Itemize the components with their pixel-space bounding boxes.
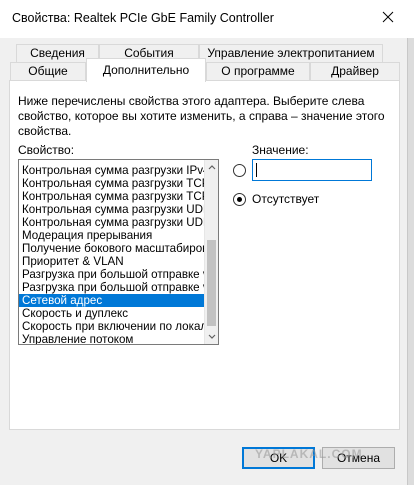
list-item[interactable]: Получение бокового масштабирован bbox=[19, 242, 205, 255]
advanced-tab-panel: Ниже перечислены свойства этого адаптера… bbox=[9, 80, 400, 430]
tab-label: Общие bbox=[28, 64, 68, 78]
tab-label: О программе bbox=[221, 64, 295, 78]
background-window-edge bbox=[407, 38, 414, 485]
vertical-scrollbar[interactable] bbox=[204, 160, 218, 344]
tab-label: Сведения bbox=[30, 46, 85, 60]
list-item[interactable]: Разгрузка при большой отправке v2 bbox=[19, 281, 205, 294]
list-item[interactable]: Управление потоком bbox=[19, 333, 205, 344]
value-radio[interactable] bbox=[233, 164, 246, 177]
list-item[interactable]: Контрольная сумма разгрузки TCP bbox=[19, 190, 205, 203]
scroll-down-button[interactable] bbox=[205, 330, 218, 344]
tab-label: Дополнительно bbox=[102, 63, 190, 77]
list-item[interactable]: Модерация прерывания bbox=[19, 229, 205, 242]
list-item-selected[interactable]: Сетевой адрес bbox=[19, 294, 205, 307]
list-item[interactable]: Скорость и дуплекс bbox=[19, 307, 205, 320]
list-item[interactable]: Контрольная сумма разгрузки UDP bbox=[19, 216, 205, 229]
value-input[interactable] bbox=[252, 159, 372, 181]
property-listbox[interactable]: Контрольная сумма разгрузки IPv4 Контрол… bbox=[18, 159, 219, 345]
chevron-up-icon bbox=[208, 165, 216, 170]
title-bar: Свойства: Realtek PCIe GbE Family Contro… bbox=[0, 0, 414, 38]
tab-label: Драйвер bbox=[331, 64, 379, 78]
list-item[interactable]: Контрольная сумма разгрузки TCP bbox=[19, 177, 205, 190]
tab-power-management[interactable]: Управление электропитанием bbox=[199, 44, 383, 63]
property-list: Контрольная сумма разгрузки IPv4 Контрол… bbox=[19, 164, 205, 344]
chevron-down-icon bbox=[208, 334, 216, 339]
scroll-thumb[interactable] bbox=[207, 240, 216, 326]
close-icon bbox=[382, 11, 394, 23]
description-text: Ниже перечислены свойства этого адаптера… bbox=[18, 94, 385, 138]
tab-driver[interactable]: Драйвер bbox=[310, 62, 400, 81]
tab-about[interactable]: О программе bbox=[206, 62, 310, 81]
list-item[interactable]: Контрольная сумма разгрузки UDP bbox=[19, 203, 205, 216]
absent-label[interactable]: Отсутствует bbox=[252, 192, 319, 206]
text-caret bbox=[256, 163, 257, 177]
watermark: YAPLAKAL.COM bbox=[255, 447, 363, 461]
scroll-up-button[interactable] bbox=[205, 160, 218, 174]
list-item[interactable]: Разгрузка при большой отправке v2 bbox=[19, 268, 205, 281]
absent-radio[interactable] bbox=[233, 193, 246, 206]
property-label: Свойство: bbox=[18, 143, 75, 157]
value-label: Значение: bbox=[252, 143, 309, 157]
window-title: Свойства: Realtek PCIe GbE Family Contro… bbox=[12, 11, 274, 25]
tab-advanced[interactable]: Дополнительно bbox=[86, 58, 206, 82]
list-item[interactable]: Приоритет & VLAN bbox=[19, 255, 205, 268]
list-item[interactable]: Контрольная сумма разгрузки IPv4 bbox=[19, 164, 205, 177]
close-button[interactable] bbox=[368, 2, 408, 32]
tab-label: Управление электропитанием bbox=[207, 46, 375, 60]
tab-general[interactable]: Общие bbox=[10, 62, 86, 81]
list-item[interactable]: Скорость при включении по локальн bbox=[19, 320, 205, 333]
